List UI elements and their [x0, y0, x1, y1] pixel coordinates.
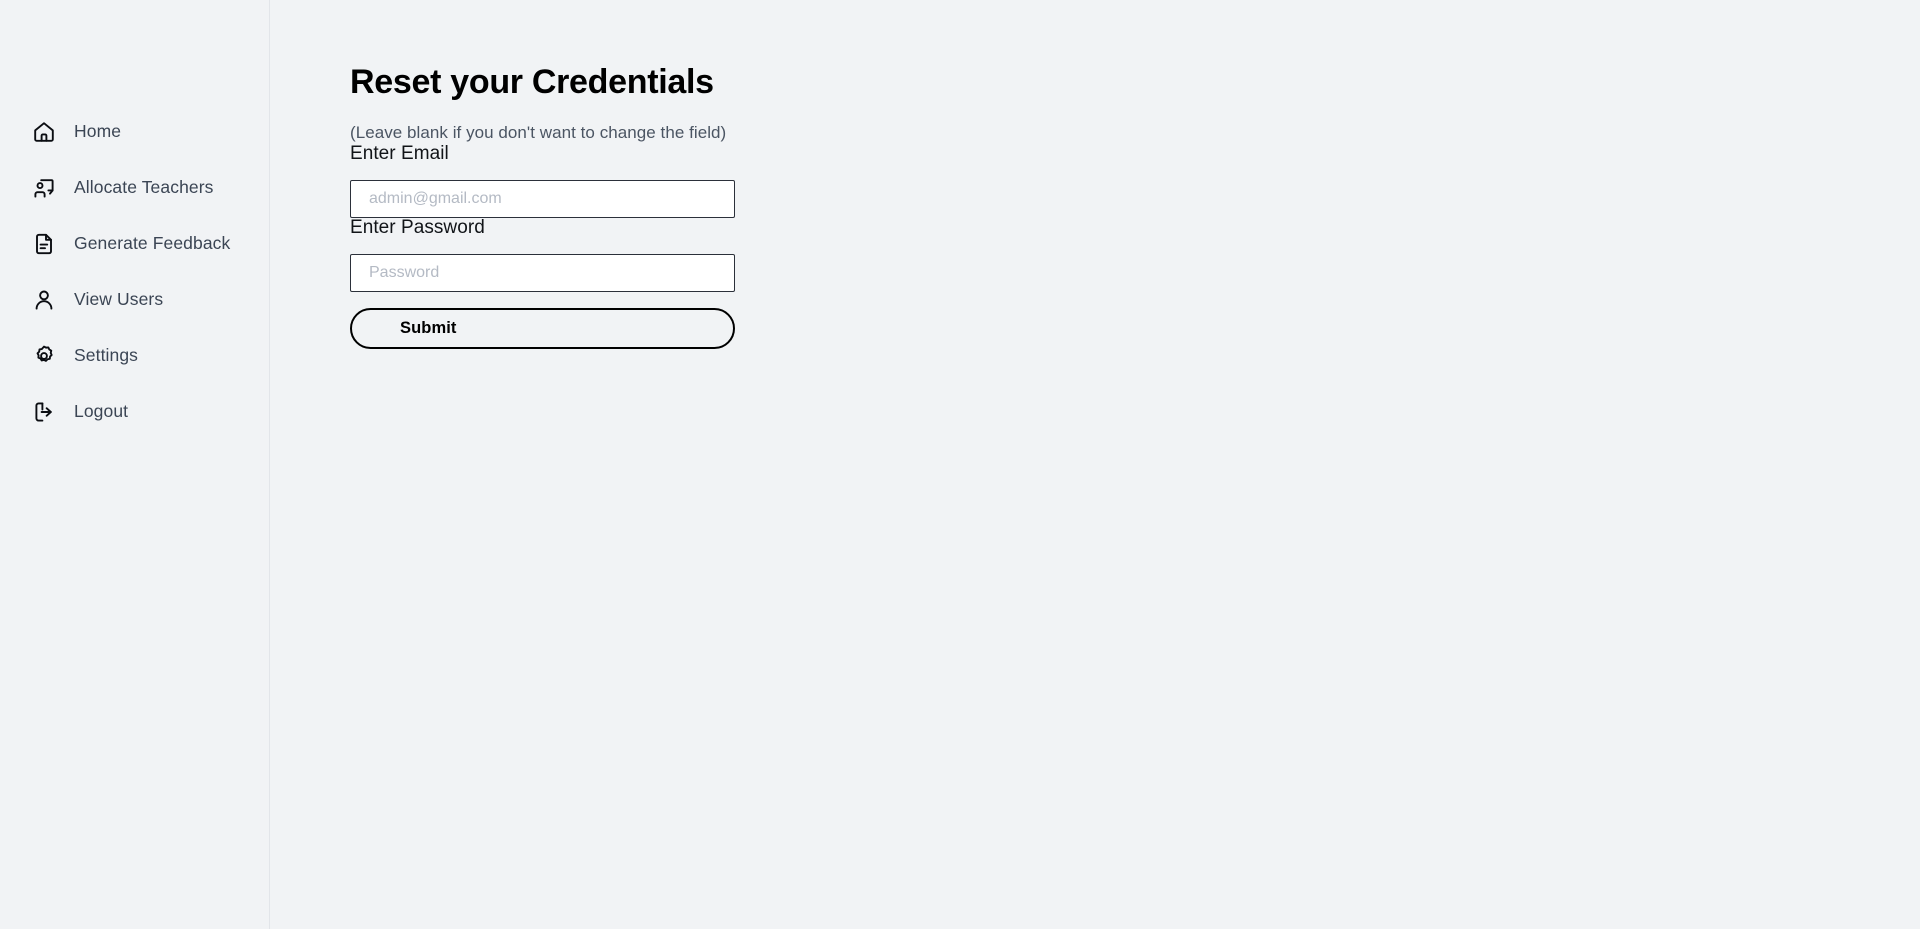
main-content: Reset your Credentials (Leave blank if y… — [270, 0, 1920, 929]
app-shell: Home Allocate Teachers Generate Feedback… — [0, 0, 1920, 929]
sidebar-item-label-logout: Logout — [74, 401, 129, 422]
sidebar-item-home[interactable]: Home — [0, 104, 269, 160]
reset-credentials-form: Reset your Credentials (Leave blank if y… — [350, 0, 870, 349]
gear-icon — [31, 343, 57, 369]
password-field-label: Enter Password — [350, 216, 485, 238]
sidebar-item-generate-feedback[interactable]: Generate Feedback — [0, 216, 269, 272]
submit-button[interactable]: Submit — [350, 307, 735, 349]
user-icon — [31, 287, 57, 313]
email-field-label: Enter Email — [350, 142, 449, 164]
sidebar-item-label-view-users: View Users — [74, 289, 164, 310]
page-title: Reset your Credentials — [350, 63, 714, 101]
sidebar-item-logout[interactable]: Logout — [0, 384, 269, 440]
sidebar: Home Allocate Teachers Generate Feedback… — [0, 0, 270, 929]
logout-icon — [31, 399, 57, 425]
sidebar-item-label-generate-feedback: Generate Feedback — [74, 233, 231, 254]
sidebar-item-settings[interactable]: Settings — [0, 328, 269, 384]
sidebar-nav-list: Home Allocate Teachers Generate Feedback… — [0, 104, 269, 440]
sidebar-item-allocate-teachers[interactable]: Allocate Teachers — [0, 160, 269, 216]
document-text-icon — [31, 231, 57, 257]
presentation-user-icon — [31, 175, 57, 201]
sidebar-item-view-users[interactable]: View Users — [0, 272, 269, 328]
sidebar-item-label-settings: Settings — [74, 345, 139, 366]
password-input[interactable] — [350, 253, 735, 292]
home-icon — [31, 119, 57, 145]
sidebar-item-label-home: Home — [74, 121, 122, 142]
sidebar-item-label-allocate-teachers: Allocate Teachers — [74, 177, 214, 198]
